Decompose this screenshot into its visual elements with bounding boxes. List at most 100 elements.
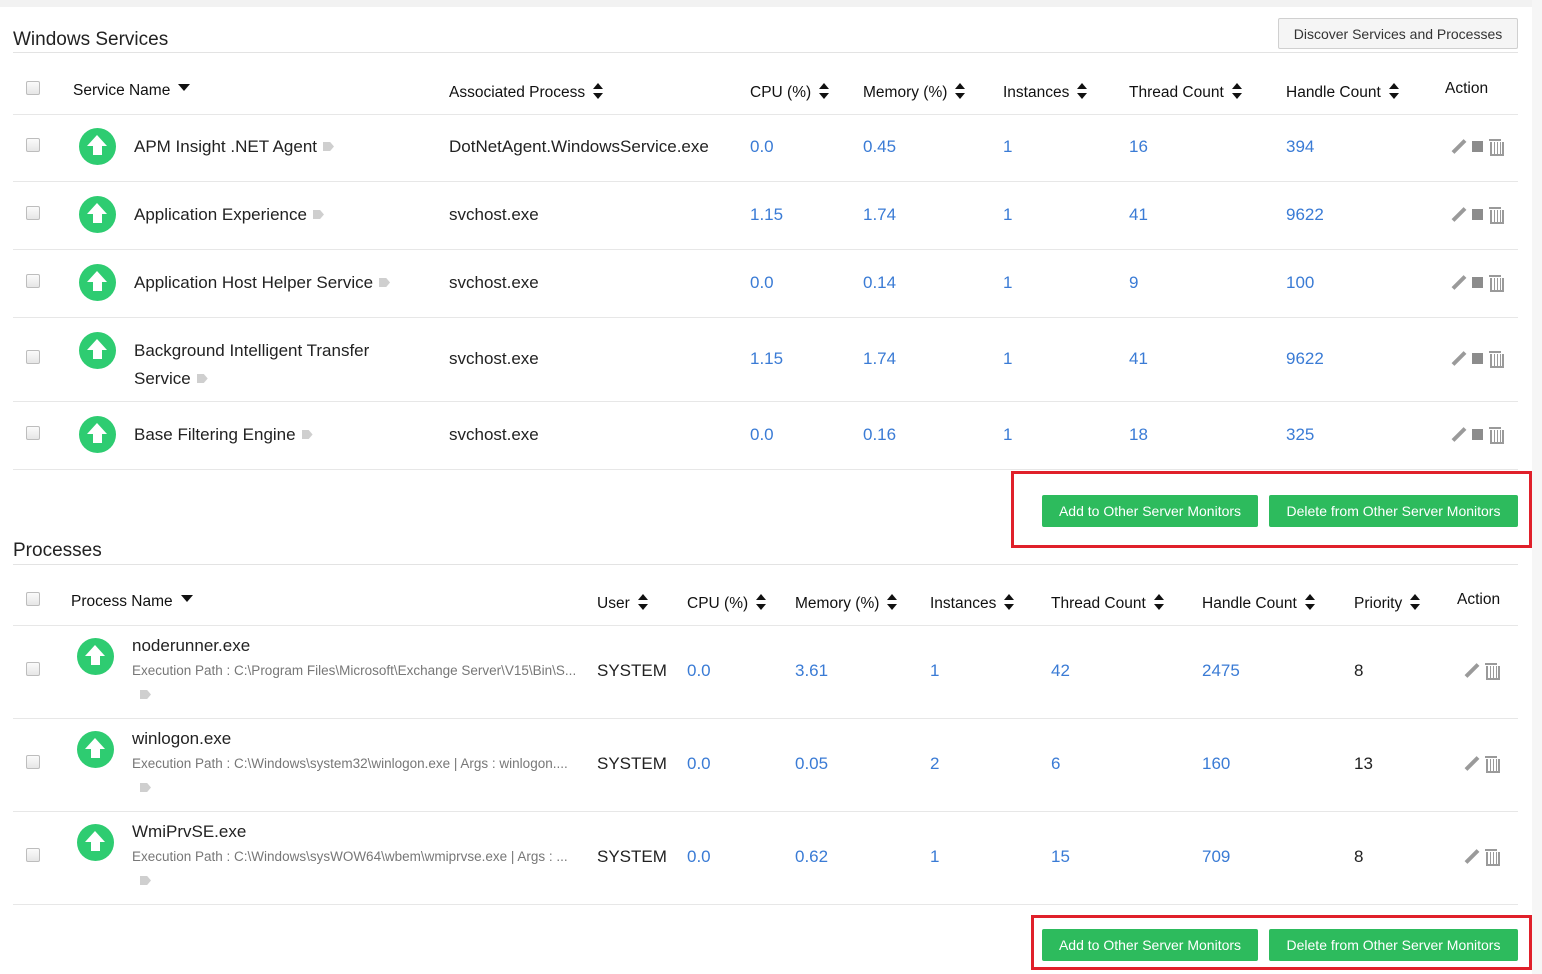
memory-value[interactable]: 1.74 [863,205,896,225]
cpu-value[interactable]: 0.0 [750,137,774,157]
delete-icon[interactable] [1489,139,1504,156]
col-instances[interactable]: Instances [930,594,1015,613]
memory-value[interactable]: 0.14 [863,273,896,293]
delete-icon[interactable] [1489,427,1504,444]
handles-value[interactable]: 2475 [1202,661,1240,681]
threads-value[interactable]: 15 [1051,847,1070,867]
handles-value[interactable]: 394 [1286,137,1314,157]
row-checkbox[interactable] [26,206,40,220]
threads-value[interactable]: 41 [1129,349,1148,369]
cpu-value[interactable]: 0.0 [750,273,774,293]
process-name[interactable]: winlogon.exe [132,729,231,749]
service-name[interactable]: Application Experience [134,205,324,225]
tag-icon[interactable] [323,142,334,151]
select-all-processes-checkbox[interactable] [26,592,40,606]
delete-from-server-monitors-button[interactable]: Delete from Other Server Monitors [1269,929,1518,961]
process-name[interactable]: WmiPrvSE.exe [132,822,246,842]
col-memory[interactable]: Memory (%) [863,83,966,102]
edit-icon[interactable] [1451,427,1466,442]
cpu-value[interactable]: 1.15 [750,349,783,369]
threads-value[interactable]: 6 [1051,754,1060,774]
instances-value[interactable]: 1 [930,847,939,867]
delete-icon[interactable] [1489,207,1504,224]
edit-icon[interactable] [1464,849,1479,864]
col-thread-count[interactable]: Thread Count [1129,83,1242,102]
service-name[interactable]: Background Intelligent Transfer [134,341,369,361]
cpu-value[interactable]: 0.0 [687,754,711,774]
edit-icon[interactable] [1451,351,1466,366]
cpu-value[interactable]: 1.15 [750,205,783,225]
stop-icon[interactable] [1472,429,1483,440]
select-all-services-checkbox[interactable] [26,81,40,95]
cpu-value[interactable]: 0.0 [687,661,711,681]
threads-value[interactable]: 42 [1051,661,1070,681]
row-checkbox[interactable] [26,350,40,364]
edit-icon[interactable] [1451,139,1466,154]
col-priority[interactable]: Priority [1354,594,1421,613]
row-checkbox[interactable] [26,426,40,440]
cpu-value[interactable]: 0.0 [750,425,774,445]
scrollbar[interactable] [1532,0,1542,974]
memory-value[interactable]: 0.16 [863,425,896,445]
delete-from-server-monitors-button[interactable]: Delete from Other Server Monitors [1269,495,1518,527]
col-service-name[interactable]: Service Name [73,82,191,100]
tag-icon[interactable] [301,430,313,439]
instances-value[interactable]: 1 [1003,137,1012,157]
instances-value[interactable]: 1 [1003,205,1012,225]
col-associated-process[interactable]: Associated Process [449,83,604,102]
delete-icon[interactable] [1489,275,1504,292]
instances-value[interactable]: 2 [930,754,939,774]
instances-value[interactable]: 1 [1003,425,1012,445]
col-thread-count[interactable]: Thread Count [1051,594,1164,613]
add-to-server-monitors-button[interactable]: Add to Other Server Monitors [1042,495,1258,527]
instances-value[interactable]: 1 [1003,273,1012,293]
handles-value[interactable]: 9622 [1286,205,1324,225]
memory-value[interactable]: 0.45 [863,137,896,157]
edit-icon[interactable] [1451,207,1466,222]
col-user[interactable]: User [597,594,648,613]
threads-value[interactable]: 41 [1129,205,1148,225]
tag-icon[interactable] [140,690,151,699]
stop-icon[interactable] [1472,141,1483,152]
stop-icon[interactable] [1472,209,1483,220]
col-process-name[interactable]: Process Name [71,593,193,611]
stop-icon[interactable] [1472,353,1483,364]
edit-icon[interactable] [1451,275,1466,290]
handles-value[interactable]: 160 [1202,754,1230,774]
service-name[interactable]: Application Host Helper Service [134,273,391,293]
service-name-cont[interactable]: Service [134,369,208,389]
tag-icon[interactable] [312,210,324,219]
tag-icon[interactable] [140,783,151,792]
delete-icon[interactable] [1485,849,1500,866]
col-memory[interactable]: Memory (%) [795,594,898,613]
instances-value[interactable]: 1 [930,661,939,681]
col-instances[interactable]: Instances [1003,83,1088,102]
tag-icon[interactable] [379,278,391,287]
threads-value[interactable]: 18 [1129,425,1148,445]
col-handle-count[interactable]: Handle Count [1286,83,1399,102]
row-checkbox[interactable] [26,848,40,862]
stop-icon[interactable] [1472,277,1483,288]
edit-icon[interactable] [1464,756,1479,771]
tag-icon[interactable] [140,876,151,885]
delete-icon[interactable] [1489,351,1504,368]
row-checkbox[interactable] [26,662,40,676]
tag-icon[interactable] [196,374,208,383]
handles-value[interactable]: 709 [1202,847,1230,867]
cpu-value[interactable]: 0.0 [687,847,711,867]
row-checkbox[interactable] [26,138,40,152]
row-checkbox[interactable] [26,274,40,288]
delete-icon[interactable] [1485,756,1500,773]
instances-value[interactable]: 1 [1003,349,1012,369]
row-checkbox[interactable] [26,755,40,769]
service-name[interactable]: APM Insight .NET Agent [134,137,334,157]
threads-value[interactable]: 16 [1129,137,1148,157]
memory-value[interactable]: 3.61 [795,661,828,681]
process-name[interactable]: noderunner.exe [132,636,250,656]
col-cpu[interactable]: CPU (%) [750,83,830,102]
service-name[interactable]: Base Filtering Engine [134,425,313,445]
discover-button[interactable]: Discover Services and Processes [1278,18,1518,49]
edit-icon[interactable] [1464,663,1479,678]
delete-icon[interactable] [1485,663,1500,680]
memory-value[interactable]: 1.74 [863,349,896,369]
